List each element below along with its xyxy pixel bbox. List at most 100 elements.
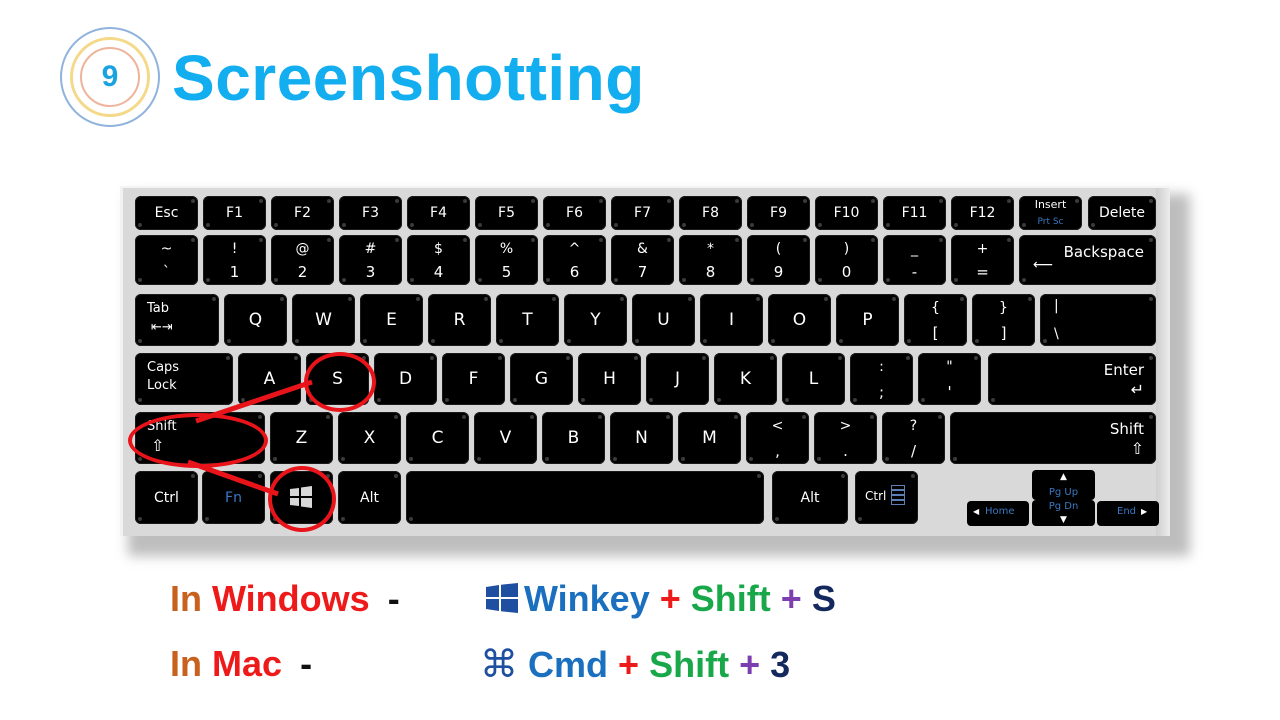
key-h[interactable]: H [578, 353, 641, 405]
key-e[interactable]: E [360, 294, 423, 346]
key-0[interactable]: ) 0 [815, 235, 878, 285]
key-home[interactable]: ◀ Home [967, 501, 1029, 526]
key-f6[interactable]: F6 [543, 196, 606, 230]
key-i[interactable]: I [700, 294, 763, 346]
key-u[interactable]: U [632, 294, 695, 346]
key-d[interactable]: D [374, 353, 437, 405]
key-8[interactable]: * 8 [679, 235, 742, 285]
key-t[interactable]: T [496, 294, 559, 346]
key-g[interactable]: G [510, 353, 573, 405]
key-insert[interactable]: Insert Prt Sc [1019, 196, 1082, 230]
key-label: F6 [566, 205, 583, 221]
key-f[interactable]: F [442, 353, 505, 405]
key-label: Backspace [1063, 243, 1144, 261]
key-caps-lock[interactable]: Caps Lock [135, 353, 233, 405]
key-enter[interactable]: Enter ↵ [988, 353, 1156, 405]
key-f12[interactable]: F12 [951, 196, 1014, 230]
key-alt-left[interactable]: Alt [338, 471, 401, 524]
key-windows[interactable] [270, 471, 333, 524]
key-s[interactable]: S [306, 353, 369, 405]
key-6[interactable]: ^ 6 [543, 235, 606, 285]
key-space[interactable] [406, 471, 764, 524]
key-ctrl-left[interactable]: Ctrl [135, 471, 198, 524]
key-f9[interactable]: F9 [747, 196, 810, 230]
key-1[interactable]: ! 1 [203, 235, 266, 285]
key-f1[interactable]: F1 [203, 196, 266, 230]
key--[interactable]: _ - [883, 235, 946, 285]
key-`[interactable]: ~ ` [135, 235, 198, 285]
key-shift-label: & [637, 241, 648, 257]
key-c[interactable]: C [406, 412, 469, 464]
key-p[interactable]: P [836, 294, 899, 346]
key-f2[interactable]: F2 [271, 196, 334, 230]
key-shift-left[interactable]: Shift ⇧ [135, 412, 265, 464]
key-o[interactable]: O [768, 294, 831, 346]
key-punct[interactable]: ? / [882, 412, 945, 464]
key-y[interactable]: Y [564, 294, 627, 346]
three-label: 3 [770, 644, 791, 685]
key-backspace[interactable]: Backspace ⟵ [1019, 235, 1156, 285]
key-9[interactable]: (9 [747, 235, 810, 285]
key-=[interactable]: + = [951, 235, 1014, 285]
key-end[interactable]: End ▶ [1097, 501, 1159, 526]
key-w[interactable]: W [292, 294, 355, 346]
key-2[interactable]: @2 [271, 235, 334, 285]
windows-shortcut-keys: Winkey + Shift + S [486, 577, 836, 623]
key-backslash[interactable]: | \ [1040, 294, 1156, 346]
key-delete[interactable]: Delete [1088, 196, 1156, 230]
key-v[interactable]: V [474, 412, 537, 464]
key-f3[interactable]: F3 [339, 196, 402, 230]
key-b[interactable]: B [542, 412, 605, 464]
key-label: D [398, 369, 413, 389]
key-fn[interactable]: Fn [202, 471, 265, 524]
key-label: ] [1000, 324, 1007, 342]
key-label: R [453, 310, 466, 330]
key-r[interactable]: R [428, 294, 491, 346]
key-j[interactable]: J [646, 353, 709, 405]
key-q[interactable]: Q [224, 294, 287, 346]
plus-sign: + [739, 644, 761, 685]
key-7[interactable]: & 7 [611, 235, 674, 285]
key-semicolon[interactable]: :; [850, 353, 913, 405]
key-shift-label: : [879, 359, 884, 375]
key-f8[interactable]: F8 [679, 196, 742, 230]
key-3[interactable]: #3 [339, 235, 402, 285]
key-page-down[interactable]: Pg Dn ▼ [1032, 500, 1095, 526]
key-shift-label: ^ [568, 241, 581, 257]
key-quote[interactable]: " ' [918, 353, 981, 405]
key-f4[interactable]: F4 [407, 196, 470, 230]
key-punct[interactable]: >. [814, 412, 877, 464]
key-label: / [910, 442, 917, 460]
key-shift-label: < [771, 418, 784, 434]
key-x[interactable]: X [338, 412, 401, 464]
key-f11[interactable]: F11 [883, 196, 946, 230]
key-label: F [468, 369, 479, 389]
key-label: Pg Up [1048, 487, 1079, 498]
key-l[interactable]: L [782, 353, 845, 405]
key-5[interactable]: % 5 [475, 235, 538, 285]
key-esc[interactable]: Esc [135, 196, 198, 230]
key-k[interactable]: K [714, 353, 777, 405]
key-label: \ [1054, 326, 1059, 342]
key-page-up[interactable]: ▲ Pg Up [1032, 470, 1095, 500]
plus-sign: + [618, 644, 640, 685]
key-punct[interactable]: <, [746, 412, 809, 464]
key-a[interactable]: A [238, 353, 301, 405]
key-tab[interactable]: Tab ⇤⇥ [135, 294, 219, 346]
key-shift-right[interactable]: Shift ⇧ [950, 412, 1156, 464]
key-shift-label: $ [434, 241, 443, 257]
key-f5[interactable]: F5 [475, 196, 538, 230]
key-bracket[interactable]: }] [972, 294, 1035, 346]
key-z[interactable]: Z [270, 412, 333, 464]
key-ctrl-right[interactable]: Ctrl [855, 471, 918, 524]
key-alt-right[interactable]: Alt [772, 471, 848, 524]
key-f10[interactable]: F10 [815, 196, 878, 230]
key-4[interactable]: $4 [407, 235, 470, 285]
winkey-label: Winkey [524, 578, 650, 619]
key-label: , [775, 442, 780, 460]
key-n[interactable]: N [610, 412, 673, 464]
os-label-windows: Windows [212, 578, 370, 619]
key-bracket[interactable]: {[ [904, 294, 967, 346]
key-m[interactable]: M [678, 412, 741, 464]
key-f7[interactable]: F7 [611, 196, 674, 230]
